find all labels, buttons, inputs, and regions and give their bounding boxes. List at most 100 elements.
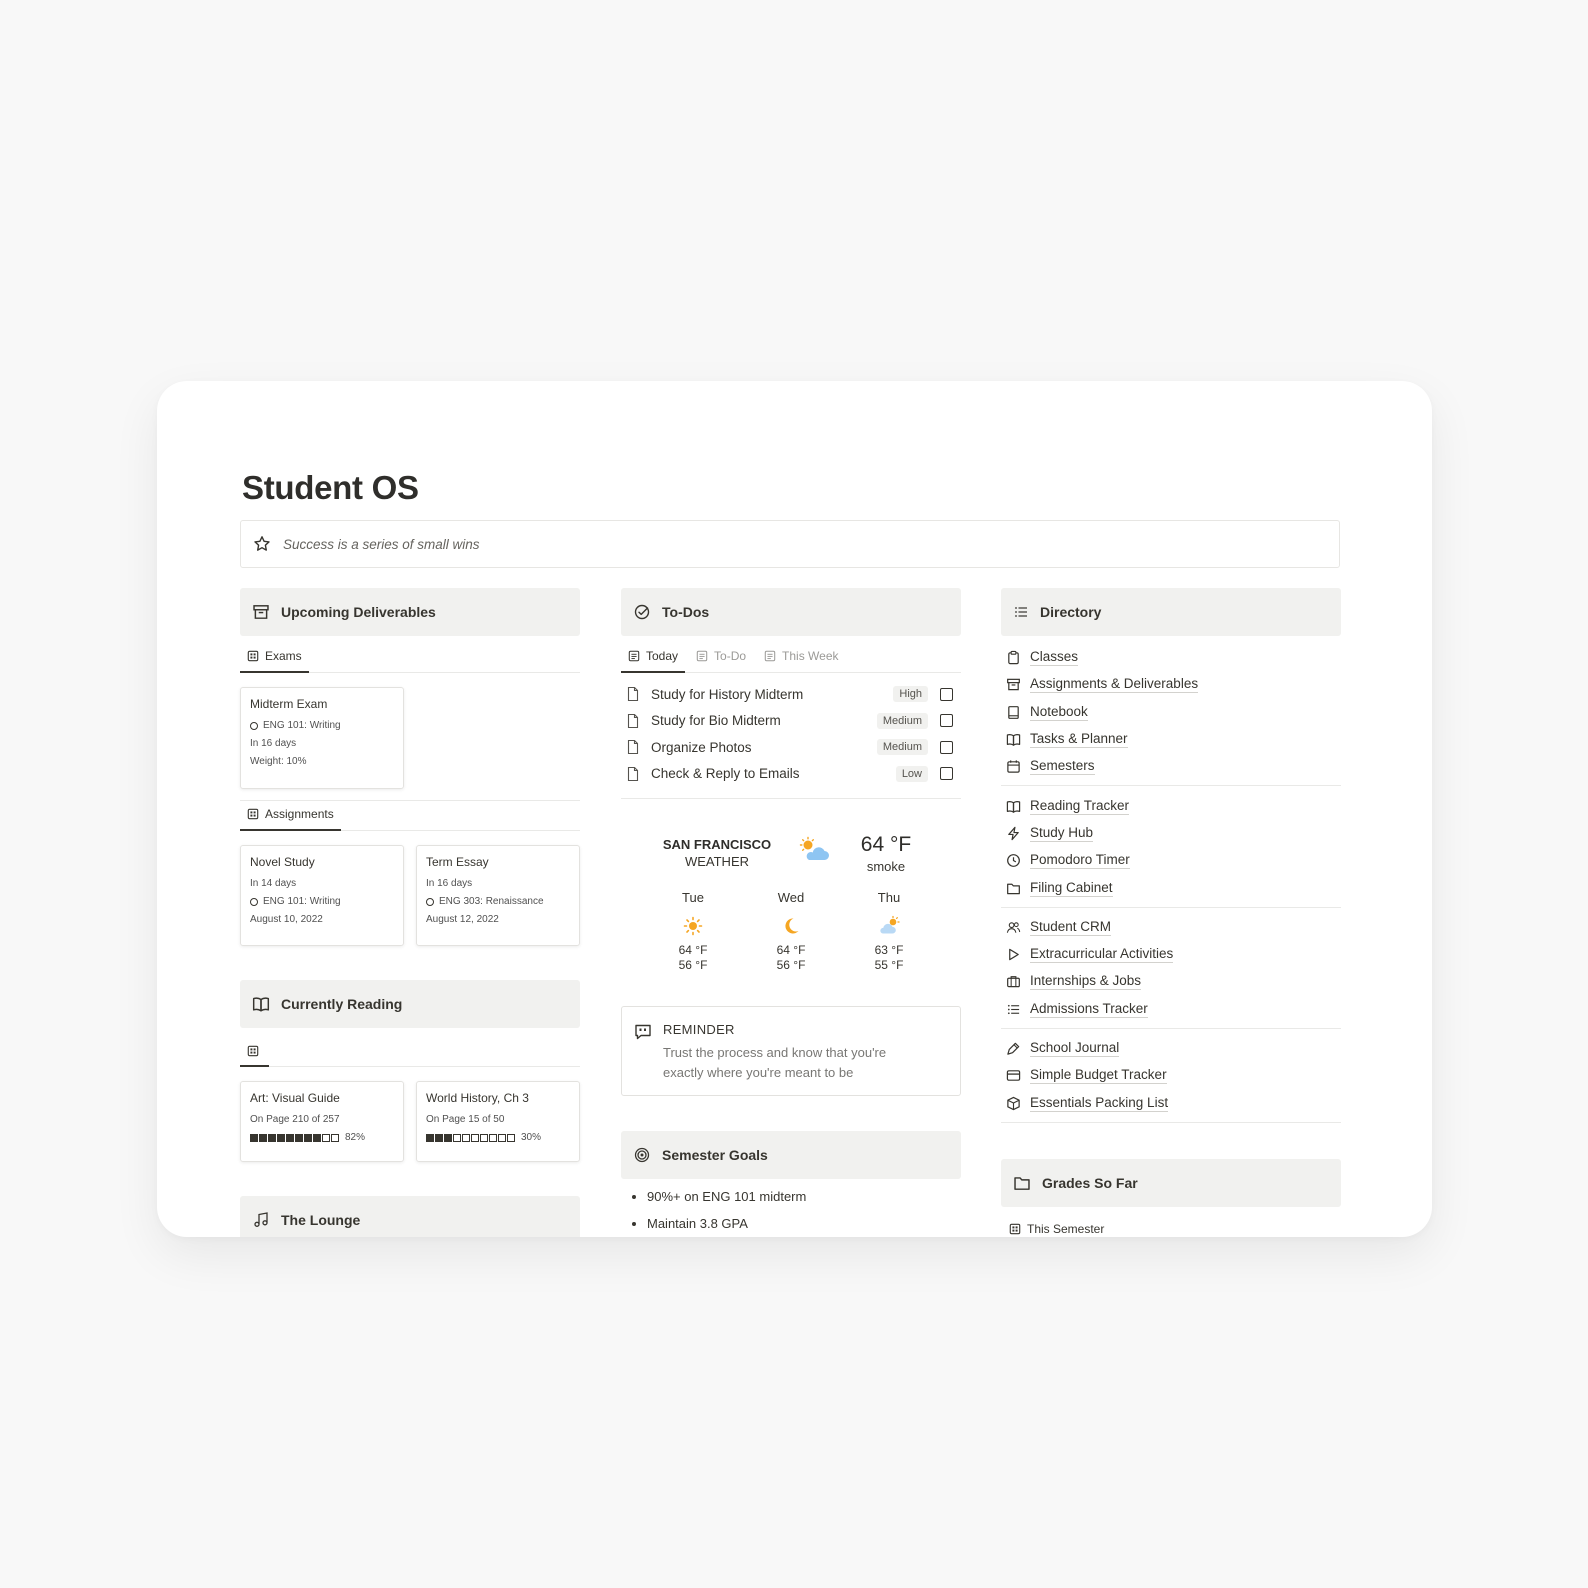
weather-temp: 64 °F xyxy=(860,833,912,856)
todos-header-label: To-Dos xyxy=(662,604,710,620)
progress-bar xyxy=(426,1133,516,1142)
quote-text: Success is a series of small wins xyxy=(283,536,480,552)
reading-header-label: Currently Reading xyxy=(281,996,403,1012)
todo-checkbox[interactable] xyxy=(940,740,953,754)
directory-item-label: Semesters xyxy=(1030,758,1095,776)
assignment-due: In 14 days xyxy=(250,878,297,889)
book-open-icon xyxy=(252,995,270,1013)
reading-header[interactable]: Currently Reading xyxy=(240,980,580,1028)
exams-gallery: Midterm Exam ENG 101: Writing In 16 days… xyxy=(240,687,580,789)
tab-to-do[interactable]: To-Do xyxy=(689,649,753,673)
partly-cloudy-icon xyxy=(797,836,831,864)
directory-header[interactable]: Directory xyxy=(1001,588,1341,636)
todo-checkbox[interactable] xyxy=(940,714,953,728)
todos-header[interactable]: To-Dos xyxy=(621,588,961,636)
directory-item-label: Student CRM xyxy=(1030,918,1112,936)
directory-item[interactable]: School Journal xyxy=(1001,1035,1341,1062)
page-icon xyxy=(625,686,641,702)
tab-exams[interactable]: Exams xyxy=(240,649,309,673)
assignment-title: Novel Study xyxy=(250,855,315,869)
divider xyxy=(1001,1027,1341,1029)
tab-this-week-label: This Week xyxy=(782,649,839,663)
reading-tabbar xyxy=(240,1028,580,1067)
directory-item-label: Reading Tracker xyxy=(1030,797,1130,815)
weather-widget[interactable]: SAN FRANCISCO WEATHER 64 °F smoke Tue 64… xyxy=(621,799,961,999)
reading-gallery: Art: Visual Guide On Page 210 of 257 82%… xyxy=(240,1081,580,1162)
users-icon xyxy=(1006,920,1021,935)
todo-checkbox[interactable] xyxy=(940,687,953,701)
directory-item[interactable]: Internships & Jobs xyxy=(1001,968,1341,995)
package-icon xyxy=(1006,1096,1021,1111)
forecast-day: Wed 64 °F 56 °F xyxy=(756,890,826,973)
directory-item[interactable]: Tasks & Planner xyxy=(1001,726,1341,753)
todo-checkbox[interactable] xyxy=(940,767,953,781)
forecast-day-name: Tue xyxy=(682,890,704,905)
tab-today-label: Today xyxy=(646,649,679,663)
book-open-icon xyxy=(1006,799,1021,814)
directory-item[interactable]: Student CRM xyxy=(1001,914,1341,941)
credit-card-icon xyxy=(1006,1068,1021,1083)
directory-item[interactable]: Reading Tracker xyxy=(1001,792,1341,819)
tab-today[interactable]: Today xyxy=(621,649,686,673)
reminder-body: Trust the process and know that you're e… xyxy=(663,1045,887,1080)
divider xyxy=(1001,1121,1341,1123)
directory-item[interactable]: Notebook xyxy=(1001,699,1341,726)
list-view-icon xyxy=(696,650,708,662)
tab-assignments-label: Assignments xyxy=(265,807,334,821)
briefcase-icon xyxy=(1006,974,1021,989)
moon-icon xyxy=(780,915,802,937)
clock-icon xyxy=(1006,853,1021,868)
todo-item[interactable]: Study for Bio Midterm Medium xyxy=(621,708,961,735)
tab-this-semester[interactable]: This Semester xyxy=(1001,1222,1341,1236)
weather-condition: smoke xyxy=(866,859,906,874)
todo-item[interactable]: Organize Photos Medium xyxy=(621,734,961,761)
deliverables-header[interactable]: Upcoming Deliverables xyxy=(240,588,580,636)
directory-item[interactable]: Simple Budget Tracker xyxy=(1001,1062,1341,1089)
assignment-card[interactable]: Term Essay In 16 days ENG 303: Renaissan… xyxy=(416,845,580,946)
assignment-card[interactable]: Novel Study In 14 days ENG 101: Writing … xyxy=(240,845,404,946)
book-card[interactable]: Art: Visual Guide On Page 210 of 257 82% xyxy=(240,1081,404,1162)
directory-item-label: Classes xyxy=(1030,649,1079,667)
directory-item-label: Simple Budget Tracker xyxy=(1030,1067,1167,1085)
directory-item[interactable]: Filing Cabinet xyxy=(1001,874,1341,901)
grades-header[interactable]: Grades So Far xyxy=(1001,1158,1341,1207)
book-title: Art: Visual Guide xyxy=(250,1091,340,1105)
tab-this-week[interactable]: This Week xyxy=(757,649,845,673)
goals-header[interactable]: Semester Goals xyxy=(621,1131,961,1179)
tab-reading-gallery[interactable] xyxy=(240,1045,269,1067)
directory-list: Classes Assignments & Deliverables Noteboo… xyxy=(1001,644,1341,1123)
sun-icon xyxy=(682,915,704,937)
directory-item[interactable]: Semesters xyxy=(1001,753,1341,780)
exams-tabbar: Exams xyxy=(240,636,580,673)
book-page: On Page 15 of 50 xyxy=(426,1114,505,1125)
directory-item[interactable]: Assignments & Deliverables xyxy=(1001,671,1341,698)
todo-item[interactable]: Study for History Midterm High xyxy=(621,681,961,708)
directory-item-label: Essentials Packing List xyxy=(1030,1094,1169,1112)
book-card[interactable]: World History, Ch 3 On Page 15 of 50 30% xyxy=(416,1081,580,1162)
page-icon xyxy=(625,739,641,755)
lounge-header[interactable]: The Lounge xyxy=(240,1196,580,1237)
music-note-icon xyxy=(252,1211,270,1229)
directory-item-label: Notebook xyxy=(1030,703,1088,721)
tab-assignments[interactable]: Assignments xyxy=(240,807,341,831)
directory-item[interactable]: Essentials Packing List xyxy=(1001,1089,1341,1116)
directory-item-label: Study Hub xyxy=(1030,824,1094,842)
directory-item[interactable]: Classes xyxy=(1001,644,1341,671)
target-icon xyxy=(633,1146,651,1164)
todo-label: Study for History Midterm xyxy=(651,686,804,702)
grades-header-label: Grades So Far xyxy=(1042,1174,1138,1191)
gallery-icon xyxy=(1009,1223,1021,1235)
folder-icon xyxy=(1013,1174,1031,1192)
assignment-due: In 16 days xyxy=(426,878,473,889)
directory-item[interactable]: Pomodoro Timer xyxy=(1001,847,1341,874)
assignment-date: August 12, 2022 xyxy=(426,914,499,925)
book-title: World History, Ch 3 xyxy=(426,1091,529,1105)
directory-item[interactable]: Admissions Tracker xyxy=(1001,996,1341,1023)
todo-item[interactable]: Check & Reply to Emails Low xyxy=(621,761,961,788)
directory-item[interactable]: Extracurricular Activities xyxy=(1001,941,1341,968)
directory-item[interactable]: Study Hub xyxy=(1001,820,1341,847)
play-icon xyxy=(1006,947,1021,962)
list-view-icon xyxy=(764,650,776,662)
todo-label: Study for Bio Midterm xyxy=(651,713,781,729)
exam-card[interactable]: Midterm Exam ENG 101: Writing In 16 days… xyxy=(240,687,404,789)
